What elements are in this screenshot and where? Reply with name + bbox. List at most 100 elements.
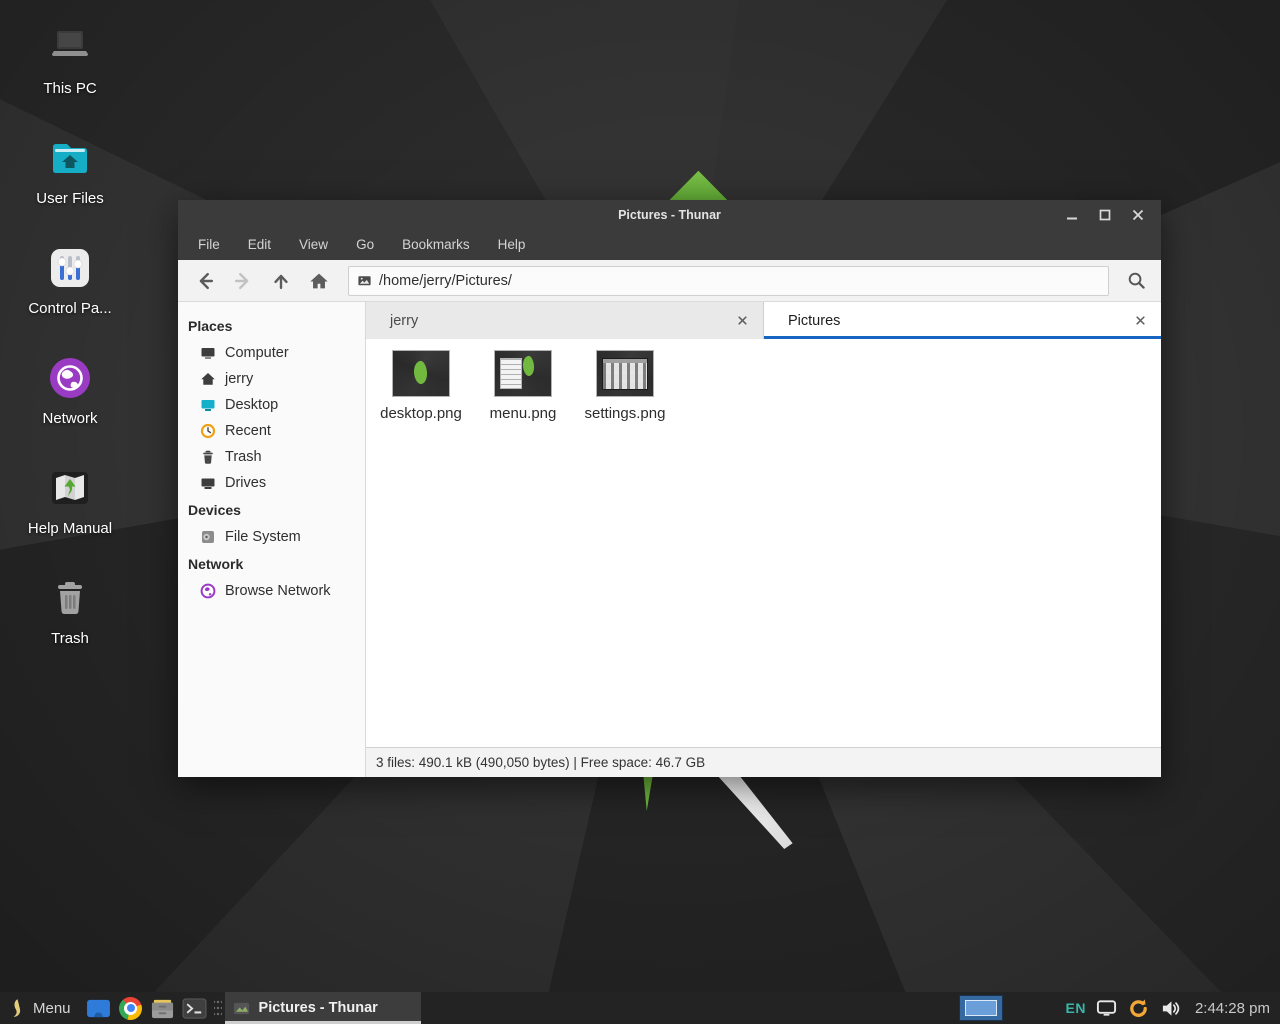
home-icon [308,270,330,292]
display-tray-icon[interactable] [1096,999,1117,1017]
tab-close-icon[interactable] [1131,312,1149,330]
task-window-icon [233,1000,250,1017]
menu-go[interactable]: Go [342,230,388,260]
workspace-switcher[interactable] [959,995,1003,1021]
sidebar-item-desktop[interactable]: Desktop [178,392,365,418]
terminal-launcher[interactable] [179,992,211,1024]
sidebar-item-label: File System [225,529,301,545]
sidebar-item-label: jerry [225,371,253,387]
start-menu-button[interactable]: Menu [0,992,83,1024]
sidebar-item-label: Browse Network [225,583,331,599]
sidebar-heading-devices: Devices [178,496,365,524]
home-folder-icon [46,134,94,182]
desktop-icon-label: Control Pa... [20,300,120,317]
toolbar: /home/jerry/Pictures/ [178,260,1161,302]
control-panel-icon [46,244,94,292]
desktop-icon-help-manual[interactable]: Help Manual [20,464,120,537]
sidebar-item-label: Recent [225,423,271,439]
sidebar-item-label: Desktop [225,397,278,413]
volume-icon[interactable] [1160,999,1181,1018]
status-bar: 3 files: 490.1 kB (490,050 bytes) | Free… [366,747,1161,777]
menu-view[interactable]: View [285,230,342,260]
update-manager-icon[interactable] [1127,997,1150,1020]
task-button-thunar[interactable]: Pictures - Thunar [225,992,421,1024]
file-desktop-png[interactable]: desktop.png [370,349,472,422]
minimize-button[interactable] [1063,206,1081,224]
sidebar-item-trash[interactable]: Trash [178,444,365,470]
home-icon [200,371,216,387]
terminal-icon [182,997,207,1020]
menu-label: Menu [33,1000,71,1017]
status-text: 3 files: 490.1 kB (490,050 bytes) | Free… [376,755,705,770]
file-list[interactable]: desktop.png menu.png settings.png [366,339,1161,747]
window-titlebar[interactable]: Pictures - Thunar [178,200,1161,230]
file-menu-png[interactable]: menu.png [472,349,574,422]
computer-icon [46,24,94,72]
desktop-icon-label: Trash [20,630,120,647]
sidebar-item-recent[interactable]: Recent [178,418,365,444]
forward-button[interactable] [224,265,262,297]
sidebar-item-file-system[interactable]: File System [178,524,365,550]
sidebar: Places Computer jerry Desktop Recent Tra… [178,302,366,777]
window-body: Places Computer jerry Desktop Recent Tra… [178,302,1161,777]
back-arrow-icon [194,270,216,292]
desktop-icon-label: User Files [20,190,120,207]
home-button[interactable] [300,265,338,297]
trash-icon [46,574,94,622]
tab-jerry[interactable]: jerry [366,302,764,339]
desktop-icon-label: Network [20,410,120,427]
sidebar-item-drives[interactable]: Drives [178,470,365,496]
sidebar-item-browse-network[interactable]: Browse Network [178,578,365,604]
desktop-icon-user-files[interactable]: User Files [20,134,120,207]
tab-label: Pictures [788,313,1131,329]
system-tray: EN 2:44:28 pm [959,995,1280,1021]
forward-arrow-icon [232,270,254,292]
taskbar: Menu Pictures - Thunar EN 2:44:28 pm [0,992,1280,1024]
menu-bookmarks[interactable]: Bookmarks [388,230,484,260]
desktop-icon-control-panel[interactable]: Control Pa... [20,244,120,317]
close-button[interactable] [1129,206,1147,224]
sidebar-item-jerry[interactable]: jerry [178,366,365,392]
file-name: settings.png [574,405,676,422]
sidebar-item-label: Drives [225,475,266,491]
chrome-launcher[interactable] [115,992,147,1024]
file-name: menu.png [472,405,574,422]
desktop-icon-label: Help Manual [20,520,120,537]
tab-close-icon[interactable] [733,312,751,330]
up-button[interactable] [262,265,300,297]
search-icon [1125,269,1148,292]
keyboard-layout-indicator[interactable]: EN [1065,1000,1085,1016]
search-button[interactable] [1119,265,1153,297]
file-manager-launcher[interactable] [147,992,179,1024]
path-bar[interactable]: /home/jerry/Pictures/ [348,266,1109,296]
recent-clock-icon [200,423,216,439]
main-pane: jerry Pictures desktop.png menu.png [366,302,1161,777]
up-arrow-icon [270,270,292,292]
help-manual-icon [46,464,94,512]
file-name: desktop.png [370,405,472,422]
image-thumbnail [393,351,449,396]
menu-bar: File Edit View Go Bookmarks Help [178,230,1161,260]
tab-bar: jerry Pictures [366,302,1161,339]
tab-pictures[interactable]: Pictures [764,302,1161,339]
desktop-icon [200,397,216,413]
file-settings-png[interactable]: settings.png [574,349,676,422]
desktop-icon-trash[interactable]: Trash [20,574,120,647]
window-title: Pictures - Thunar [178,208,1161,222]
blue-window-launcher[interactable] [83,992,115,1024]
maximize-button[interactable] [1096,206,1114,224]
tab-label: jerry [390,313,733,329]
back-button[interactable] [186,265,224,297]
menu-edit[interactable]: Edit [234,230,285,260]
filesystem-icon [200,529,216,545]
desktop-icon-this-pc[interactable]: This PC [20,24,120,97]
sidebar-item-label: Trash [225,449,262,465]
menu-help[interactable]: Help [484,230,540,260]
clock[interactable]: 2:44:28 pm [1191,1000,1270,1017]
sidebar-item-computer[interactable]: Computer [178,340,365,366]
thunar-window: Pictures - Thunar File Edit View Go Book… [178,200,1161,777]
workspace-window-icon [965,1000,997,1016]
menu-file[interactable]: File [184,230,234,260]
desktop-icon-network[interactable]: Network [20,354,120,427]
desktop-icon-label: This PC [20,80,120,97]
